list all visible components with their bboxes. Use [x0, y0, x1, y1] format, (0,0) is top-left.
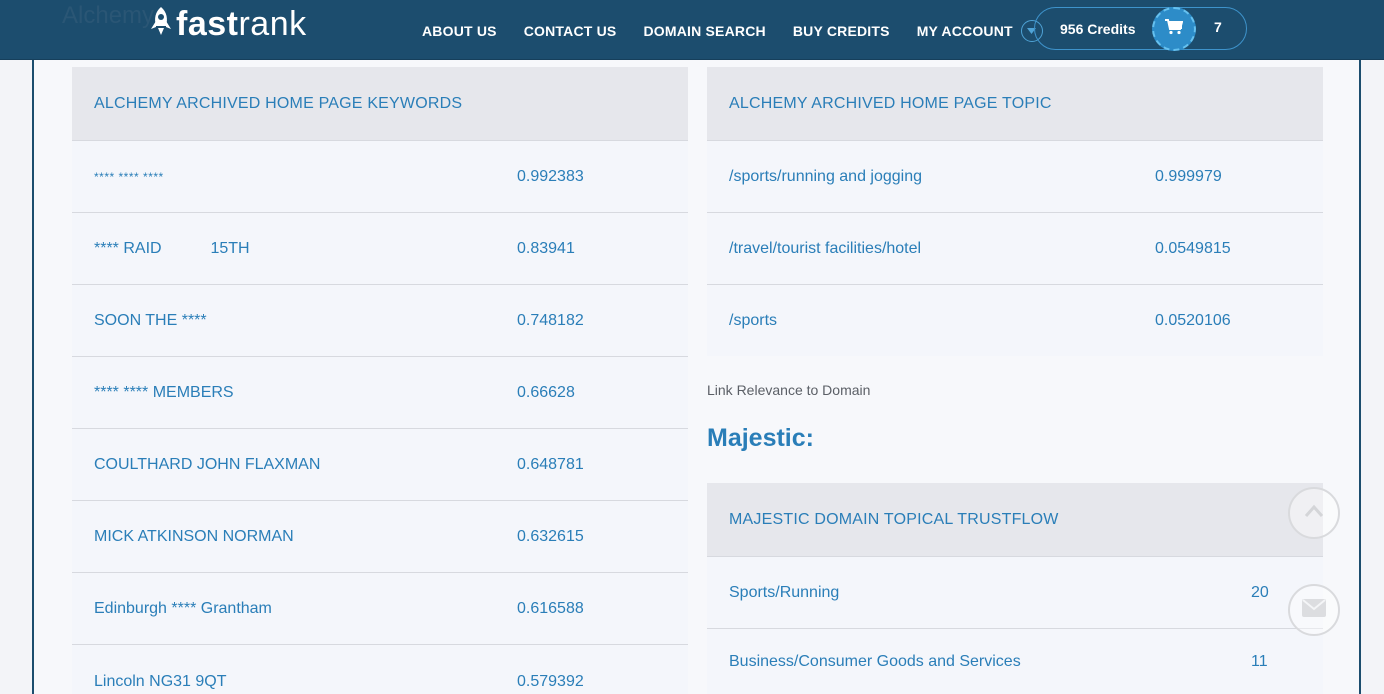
nav-domain-search[interactable]: DOMAIN SEARCH — [643, 23, 765, 39]
topic-cell: /sports/running and jogging — [729, 167, 923, 185]
trustflow-table: MAJESTIC DOMAIN TOPICAL TRUSTFLOW Sports… — [707, 483, 1323, 694]
score-cell: 0.632615 — [517, 527, 584, 545]
credits-pill[interactable]: 956 Credits 7 — [1034, 7, 1247, 51]
score-cell: 0.999979 — [1155, 167, 1222, 185]
trustflow-topic-cell: Business/Consumer Goods and Services — [729, 652, 1021, 670]
nav-my-account[interactable]: MY ACCOUNT — [917, 20, 1043, 42]
cart-icon — [1165, 18, 1184, 40]
table-row: /sports 0.0520106 — [707, 284, 1323, 356]
score-cell: 0.0520106 — [1155, 311, 1231, 329]
table-row: SOON THE **** 0.748182 — [72, 284, 688, 356]
page-border-left — [32, 60, 34, 694]
table-row: COULTHARD JOHN FLAXMAN 0.648781 — [72, 428, 688, 500]
topic-table: ALCHEMY ARCHIVED HOME PAGE TOPIC /sports… — [707, 67, 1323, 356]
score-cell: 0.579392 — [517, 673, 584, 690]
nav-contact-us[interactable]: CONTACT US — [524, 23, 617, 39]
cart-count: 7 — [1214, 19, 1222, 35]
topic-table-header: ALCHEMY ARCHIVED HOME PAGE TOPIC — [707, 67, 1323, 140]
page-ghost-title: Alchemy — [62, 2, 155, 29]
logo-text-fast: fast — [176, 4, 239, 43]
mail-icon — [1302, 598, 1326, 622]
topic-cell: /sports — [729, 311, 778, 329]
keywords-table: ALCHEMY ARCHIVED HOME PAGE KEYWORDS ****… — [72, 67, 688, 694]
trustflow-value-cell: 11 — [1251, 652, 1268, 670]
credits-count: 956 Credits — [1060, 20, 1136, 37]
table-row: /travel/tourist facilities/hotel 0.05498… — [707, 212, 1323, 284]
score-cell: 0.83941 — [517, 239, 575, 257]
trustflow-topic-cell: Sports/Running — [729, 583, 840, 601]
score-cell: 0.648781 — [517, 455, 584, 473]
majestic-heading: Majestic: — [707, 424, 814, 452]
cart-button[interactable] — [1152, 7, 1196, 51]
table-row: MICK ATKINSON NORMAN 0.632615 — [72, 500, 688, 572]
score-cell: 0.66628 — [517, 383, 575, 401]
keyword-cell: **** **** **** — [94, 169, 164, 184]
table-row: /sports/running and jogging 0.999979 — [707, 140, 1323, 212]
main-nav: ABOUT US CONTACT US DOMAIN SEARCH BUY CR… — [422, 20, 1043, 42]
score-cell: 0.992383 — [517, 167, 584, 185]
nav-about-us[interactable]: ABOUT US — [422, 23, 497, 39]
keyword-cell: SOON THE **** — [94, 311, 207, 329]
keyword-cell: Edinburgh **** Grantham — [94, 599, 272, 617]
logo-text-rank: rank — [238, 4, 307, 43]
keyword-cell: MICK ATKINSON NORMAN — [94, 527, 294, 545]
nav-buy-credits[interactable]: BUY CREDITS — [793, 23, 890, 39]
rocket-icon — [148, 6, 174, 43]
keywords-table-header: ALCHEMY ARCHIVED HOME PAGE KEYWORDS — [72, 67, 688, 140]
score-cell: 0.748182 — [517, 311, 584, 329]
score-cell: 0.616588 — [517, 599, 584, 617]
nav-my-account-label[interactable]: MY ACCOUNT — [917, 23, 1013, 39]
keyword-cell: COULTHARD JOHN FLAXMAN — [94, 455, 321, 473]
trustflow-table-header: MAJESTIC DOMAIN TOPICAL TRUSTFLOW — [707, 483, 1323, 556]
page-border-right — [1359, 60, 1361, 694]
link-relevance-label: Link Relevance to Domain — [707, 382, 871, 398]
topic-cell: /travel/tourist facilities/hotel — [729, 239, 922, 257]
contact-mail-button[interactable] — [1288, 584, 1340, 636]
table-row: Edinburgh **** Grantham 0.616588 — [72, 572, 688, 644]
table-row: **** **** MEMBERS 0.66628 — [72, 356, 688, 428]
score-cell: 0.0549815 — [1155, 239, 1231, 257]
keyword-cell: **** **** MEMBERS — [94, 383, 234, 401]
top-navbar: Alchemy fast rank ABOUT US CONTACT US DO… — [0, 0, 1384, 60]
table-row: Sports/Running 20 — [707, 556, 1323, 628]
keyword-cell: Lincoln NG31 9QT — [94, 673, 227, 690]
table-row: Lincoln NG31 9QT 0.579392 — [72, 644, 688, 694]
table-row: Business/Consumer Goods and Services 11 — [707, 628, 1323, 694]
arrow-up-icon — [1304, 504, 1324, 523]
scroll-top-button[interactable] — [1288, 487, 1340, 539]
keyword-cell: **** RAID 15TH — [94, 239, 250, 257]
table-row: **** **** **** 0.992383 — [72, 140, 688, 212]
table-row: **** RAID 15TH 0.83941 — [72, 212, 688, 284]
fastrank-logo[interactable]: fast rank — [148, 4, 307, 44]
trustflow-value-cell: 20 — [1251, 583, 1269, 601]
